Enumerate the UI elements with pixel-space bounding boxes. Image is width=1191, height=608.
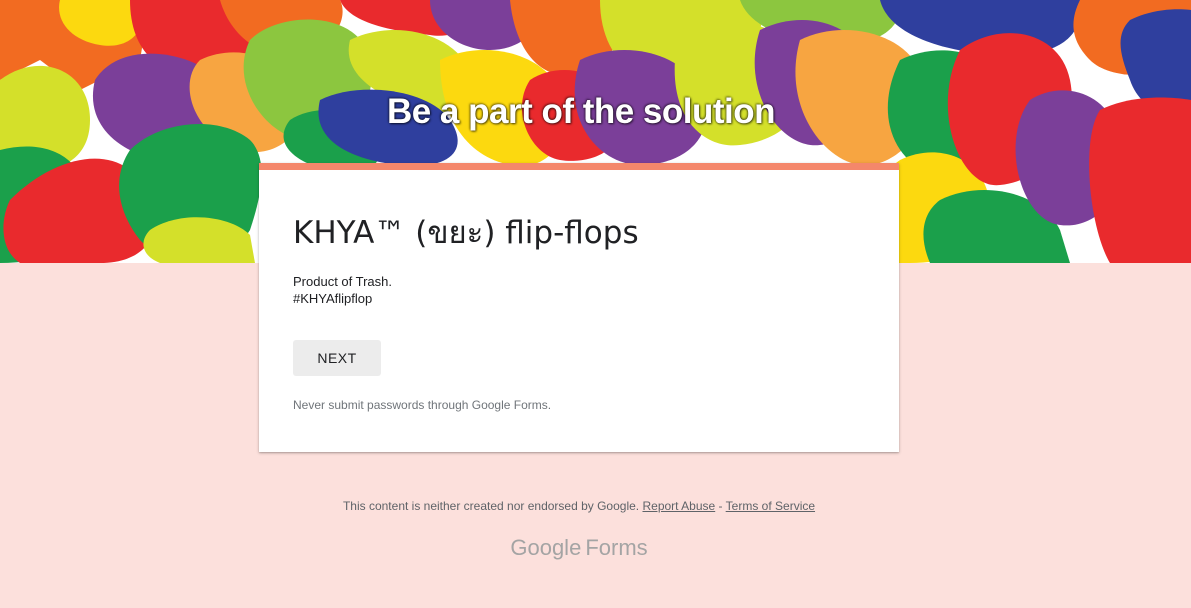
- footer-disclaimer: This content is neither created nor endo…: [342, 499, 640, 513]
- report-abuse-link[interactable]: Report Abuse: [642, 499, 715, 513]
- card-accent-bar: [259, 163, 899, 170]
- password-warning: Never submit passwords through Google Fo…: [293, 398, 552, 412]
- next-button[interactable]: NEXT: [293, 340, 381, 376]
- description-line: Product of Trash.: [293, 274, 392, 289]
- footer-separator: -: [718, 499, 723, 513]
- form-title: KHYA™ (ขยะ) flip-flops: [293, 215, 639, 251]
- description-hashtag: #KHYAflipflop: [293, 291, 373, 306]
- footer: This content is neither created nor endo…: [0, 499, 1158, 513]
- google-wordmark: Google: [510, 535, 582, 560]
- google-forms-logo[interactable]: Google Forms: [0, 535, 1158, 561]
- form-page: Be a part of the solution KHYA™ (ขยะ) fl…: [0, 0, 1191, 608]
- banner-title: Be a part of the solution: [386, 92, 776, 131]
- form-card: KHYA™ (ขยะ) flip-flops Product of Trash.…: [259, 163, 899, 452]
- terms-of-service-link[interactable]: Terms of Service: [726, 499, 815, 513]
- form-description: Product of Trash. #KHYAflipflop: [293, 273, 392, 307]
- forms-wordmark: Forms: [585, 535, 648, 560]
